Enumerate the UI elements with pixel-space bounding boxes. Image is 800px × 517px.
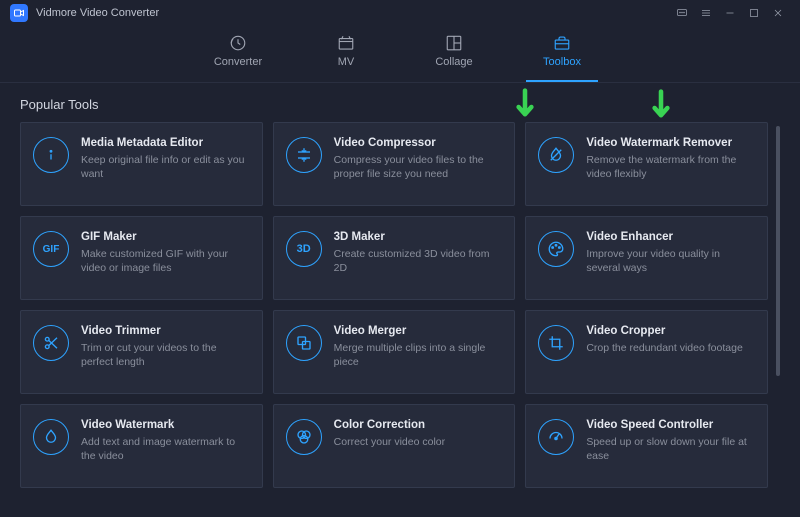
info-icon [33, 137, 69, 173]
scissors-icon [33, 325, 69, 361]
tool-video-enhancer[interactable]: Video Enhancer Improve your video qualit… [525, 216, 768, 300]
3d-icon: 3D [286, 231, 322, 267]
scrollbar[interactable] [776, 126, 780, 376]
menu-button[interactable] [694, 1, 718, 25]
tool-video-watermark-remover[interactable]: Video Watermark Remover Remove the water… [525, 122, 768, 206]
tool-title: Video Cropper [586, 325, 755, 337]
section-title: Popular Tools [20, 97, 780, 112]
tool-desc: Trim or cut your videos to the perfect l… [81, 341, 250, 369]
watermark-remove-icon [538, 137, 574, 173]
speed-icon [538, 419, 574, 455]
tool-desc: Merge multiple clips into a single piece [334, 341, 503, 369]
tab-label: Toolbox [543, 56, 581, 68]
tool-desc: Improve your video quality in several wa… [586, 247, 755, 275]
tool-title: Video Compressor [334, 137, 503, 149]
app-title: Vidmore Video Converter [36, 7, 159, 19]
tool-desc: Speed up or slow down your file at ease [586, 435, 755, 463]
tool-title: Video Speed Controller [586, 419, 755, 431]
tool-title: Video Watermark Remover [586, 137, 755, 149]
tool-title: Video Merger [334, 325, 503, 337]
titlebar: Vidmore Video Converter [0, 0, 800, 26]
tool-desc: Make customized GIF with your video or i… [81, 247, 250, 275]
tab-label: Collage [435, 56, 472, 68]
color-icon [286, 419, 322, 455]
tool-desc: Remove the watermark from the video flex… [586, 153, 755, 181]
minimize-button[interactable] [718, 1, 742, 25]
main-tabs: Converter MV Collage Toolbox [0, 26, 800, 83]
tool-title: 3D Maker [334, 231, 503, 243]
tab-label: MV [338, 56, 355, 68]
tool-title: GIF Maker [81, 231, 250, 243]
tool-video-watermark[interactable]: Video Watermark Add text and image water… [20, 404, 263, 488]
tools-grid: Media Metadata Editor Keep original file… [20, 122, 768, 488]
tab-collage[interactable]: Collage [424, 34, 484, 68]
tool-video-trimmer[interactable]: Video Trimmer Trim or cut your videos to… [20, 310, 263, 394]
tool-title: Video Trimmer [81, 325, 250, 337]
close-button[interactable] [766, 1, 790, 25]
tool-desc: Create customized 3D video from 2D [334, 247, 503, 275]
crop-icon [538, 325, 574, 361]
mv-icon [337, 34, 355, 52]
app-logo-icon [10, 4, 28, 22]
tab-toolbox[interactable]: Toolbox [532, 34, 592, 68]
toolbox-icon [553, 34, 571, 52]
collage-icon [445, 34, 463, 52]
tool-video-speed-controller[interactable]: Video Speed Controller Speed up or slow … [525, 404, 768, 488]
tab-mv[interactable]: MV [316, 34, 376, 68]
tool-desc: Crop the redundant video footage [586, 341, 755, 355]
tool-title: Video Watermark [81, 419, 250, 431]
gif-icon: GIF [33, 231, 69, 267]
maximize-button[interactable] [742, 1, 766, 25]
merge-icon [286, 325, 322, 361]
tool-desc: Add text and image watermark to the vide… [81, 435, 250, 463]
palette-icon [538, 231, 574, 267]
converter-icon [229, 34, 247, 52]
tool-video-cropper[interactable]: Video Cropper Crop the redundant video f… [525, 310, 768, 394]
tool-gif-maker[interactable]: GIF GIF Maker Make customized GIF with y… [20, 216, 263, 300]
tool-video-merger[interactable]: Video Merger Merge multiple clips into a… [273, 310, 516, 394]
tab-label: Converter [214, 56, 262, 68]
tool-3d-maker[interactable]: 3D 3D Maker Create customized 3D video f… [273, 216, 516, 300]
content-area: Popular Tools Media Metadata Editor Keep… [0, 83, 800, 514]
tool-video-compressor[interactable]: Video Compressor Compress your video fil… [273, 122, 516, 206]
tool-media-metadata-editor[interactable]: Media Metadata Editor Keep original file… [20, 122, 263, 206]
tab-converter[interactable]: Converter [208, 34, 268, 68]
tool-desc: Compress your video files to the proper … [334, 153, 503, 181]
tool-title: Color Correction [334, 419, 503, 431]
tool-title: Media Metadata Editor [81, 137, 250, 149]
tool-desc: Keep original file info or edit as you w… [81, 153, 250, 181]
tool-title: Video Enhancer [586, 231, 755, 243]
tool-desc: Correct your video color [334, 435, 503, 449]
tool-color-correction[interactable]: Color Correction Correct your video colo… [273, 404, 516, 488]
feedback-button[interactable] [670, 1, 694, 25]
watermark-icon [33, 419, 69, 455]
compress-icon [286, 137, 322, 173]
